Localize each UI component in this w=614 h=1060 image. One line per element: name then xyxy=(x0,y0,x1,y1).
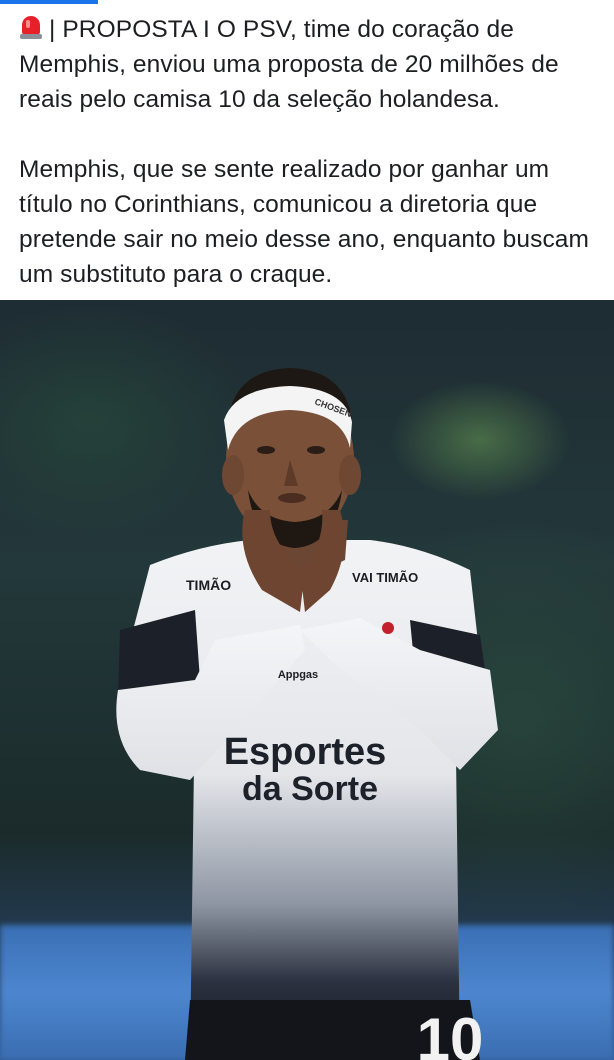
shorts-number: 10 xyxy=(417,1006,484,1060)
player-illustration: CHOSEN TIMÃO VAI TIMÃO Appgas Esportes d… xyxy=(116,368,498,1060)
chest-left-text: TIMÃO xyxy=(186,576,231,593)
caption-paragraph-2: Memphis, que se sente realizado por ganh… xyxy=(19,156,590,288)
post-photo[interactable]: CHOSEN TIMÃO VAI TIMÃO Appgas Esportes d… xyxy=(0,300,614,1060)
caption-paragraph-1-text: | PROPOSTA I O PSV, time do coração de M… xyxy=(19,16,559,113)
post-caption: | PROPOSTA I O PSV, time do coração de M… xyxy=(19,12,599,292)
siren-icon xyxy=(19,13,43,41)
loading-progress-bar xyxy=(0,0,98,4)
chest-right-text: VAI TIMÃO xyxy=(352,570,418,585)
sponsor-line-2: da Sorte xyxy=(242,770,378,808)
sponsor-small-text: Appgas xyxy=(278,669,318,681)
caption-paragraph-1: | PROPOSTA I O PSV, time do coração de M… xyxy=(19,12,599,117)
sponsor-line-1: Esportes xyxy=(224,731,387,773)
